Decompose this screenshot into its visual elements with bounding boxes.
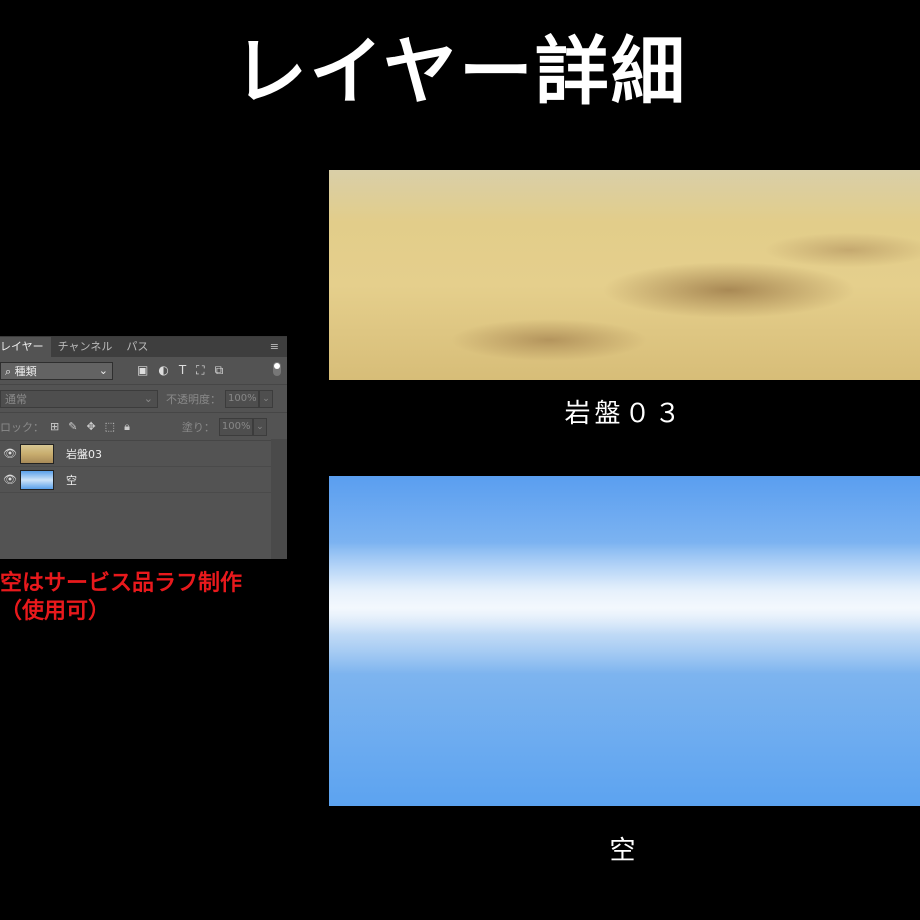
layer-row-bedrock[interactable]: 👁︎ 岩盤03 <box>0 441 287 467</box>
layer-row-sky[interactable]: 👁︎ 空 <box>0 467 287 493</box>
tab-channels[interactable]: チャンネル <box>51 337 120 357</box>
panel-tab-bar: レイヤー チャンネル パス ≡ <box>0 337 287 357</box>
opacity-label: 不透明度： <box>166 392 221 406</box>
eye-icon[interactable]: 👁︎ <box>0 473 20 486</box>
fill-label: 塗り： <box>181 420 215 434</box>
filter-toggle[interactable] <box>273 362 281 376</box>
filter-kind-label: 種類 <box>14 364 37 378</box>
smart-object-filter-icon[interactable]: ⧉ <box>215 363 224 378</box>
bedrock-image <box>329 170 920 380</box>
usage-note: 空はサービス品ラフ制作 （使用可） <box>0 570 242 626</box>
blend-row: 通常 ⌄ 不透明度： 100% ⌄ <box>0 385 287 413</box>
lock-all-icon[interactable]: 🔒︎ <box>124 420 130 434</box>
chevron-down-icon: ⌄ <box>98 364 108 377</box>
tab-paths[interactable]: パス <box>119 337 155 357</box>
filter-kind-select[interactable]: ⌕ 種類 ⌄ <box>0 361 113 380</box>
layer-thumbnail-sky <box>20 469 54 490</box>
blend-mode-select[interactable]: 通常 ⌄ <box>0 389 158 408</box>
layer-thumbnail-bedrock <box>20 443 54 464</box>
lock-transparent-icon[interactable]: ⊞ <box>50 420 59 434</box>
lock-artboard-icon[interactable]: ⬚ <box>105 420 115 434</box>
layers-panel: レイヤー チャンネル パス ≡ ⌕ 種類 ⌄ ▣ ◐ T ⛶ ⧉ 通常 ⌄ 不透… <box>0 336 287 559</box>
eye-icon[interactable]: 👁︎ <box>0 447 20 460</box>
type-filter-icon[interactable]: T <box>179 363 186 378</box>
adjustment-filter-icon[interactable]: ◐ <box>158 363 168 378</box>
chevron-down-icon: ⌄ <box>143 392 153 405</box>
bedrock-caption: 岩盤０３ <box>564 399 685 429</box>
lock-row: ロック： ⊞ ✎ ✥ ⬚ 🔒︎ 塗り： 100% ⌄ <box>0 413 287 441</box>
lock-label: ロック： <box>0 420 44 434</box>
fill-field[interactable]: 100% <box>218 417 253 436</box>
sky-image <box>329 476 920 806</box>
usage-note-line1: 空はサービス品ラフ制作 <box>0 571 243 596</box>
opacity-dropdown-icon[interactable]: ⌄ <box>259 389 273 408</box>
search-icon: ⌕ <box>5 364 12 378</box>
layers-scrollbar[interactable] <box>271 439 287 559</box>
pixel-filter-icon[interactable]: ▣ <box>137 363 148 378</box>
lock-paint-brush-icon[interactable]: ✎ <box>68 420 77 434</box>
layer-name[interactable]: 岩盤03 <box>66 446 102 462</box>
filter-row: ⌕ 種類 ⌄ ▣ ◐ T ⛶ ⧉ <box>0 357 287 385</box>
usage-note-line2: （使用可） <box>0 599 111 624</box>
panel-menu-icon[interactable]: ≡ <box>270 341 279 352</box>
blend-mode-value: 通常 <box>5 392 27 406</box>
fill-dropdown-icon[interactable]: ⌄ <box>252 417 267 436</box>
page-title: レイヤー詳細 <box>233 29 687 115</box>
sky-caption: 空 <box>609 836 640 866</box>
lock-move-icon[interactable]: ✥ <box>86 420 95 434</box>
opacity-field[interactable]: 100% <box>225 389 259 408</box>
tab-layers[interactable]: レイヤー <box>0 337 51 357</box>
layer-name[interactable]: 空 <box>66 472 77 488</box>
shape-filter-icon[interactable]: ⛶ <box>196 363 204 378</box>
